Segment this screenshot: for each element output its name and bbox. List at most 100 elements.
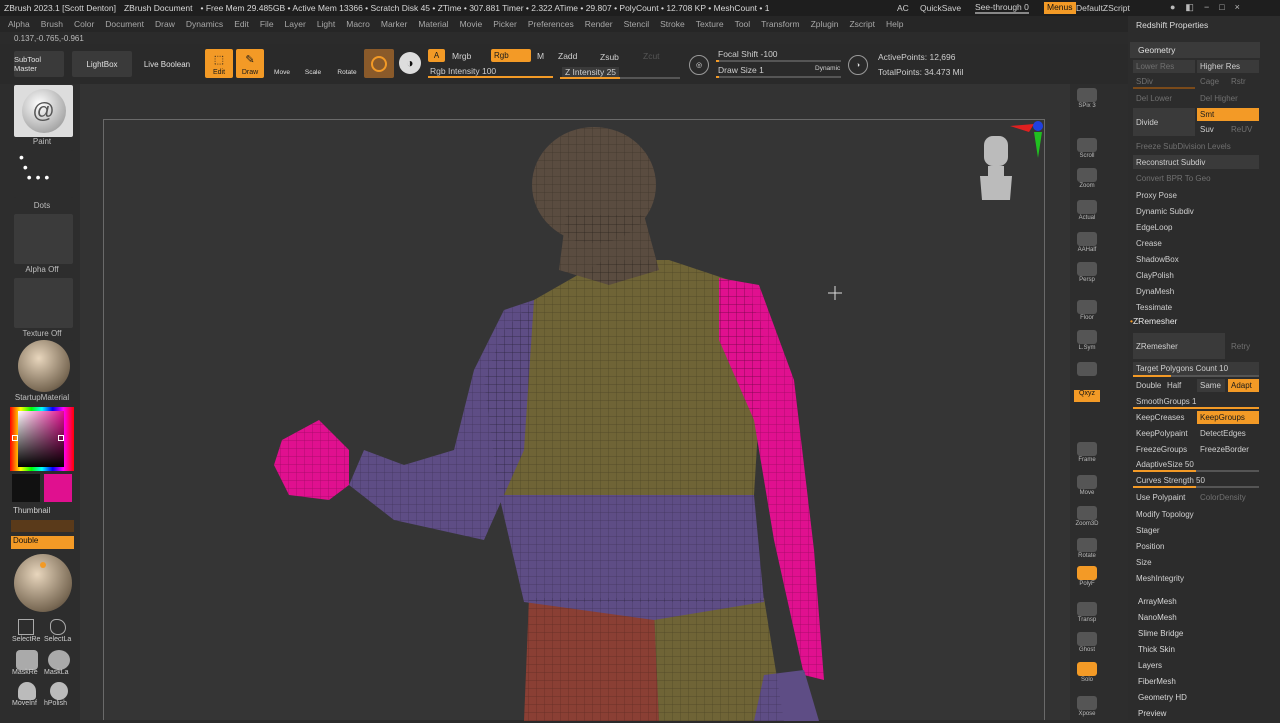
zremesher-button[interactable]: ZRemesher (1133, 333, 1225, 359)
select-rect-icon[interactable] (18, 619, 34, 635)
zremesher-header[interactable]: •ZRemesher (1130, 316, 1177, 326)
default-zscript[interactable]: DefaultZScript (1076, 3, 1130, 13)
see-through-slider[interactable]: See-through 0 (975, 2, 1029, 14)
menu-picker[interactable]: Picker (493, 19, 517, 29)
live-boolean-button[interactable]: Live Boolean (138, 51, 196, 77)
lower-res-button[interactable]: Lower Res (1133, 60, 1195, 73)
draw-size-track[interactable] (716, 76, 841, 78)
preview-subpalette[interactable]: Preview (1138, 709, 1166, 718)
zcut-button[interactable]: Zcut (643, 51, 660, 61)
subtool-indicator[interactable] (11, 520, 74, 532)
proxy-pose-subpalette[interactable]: Proxy Pose (1133, 188, 1259, 202)
shelf-aahalf-button[interactable]: AAHalf (1074, 232, 1100, 258)
position-subpalette[interactable]: Position (1133, 539, 1259, 553)
mask-lasso-icon[interactable] (48, 650, 70, 670)
dots-stroke-thumb[interactable]: • • • • • (14, 150, 73, 198)
modify-topology-subpalette[interactable]: Modify Topology (1133, 507, 1259, 521)
ac-button[interactable]: AC (897, 3, 909, 13)
subtool-thumbnail[interactable] (14, 554, 72, 612)
double-button[interactable]: Double (11, 536, 74, 549)
slime-bridge-subpalette[interactable]: Slime Bridge (1138, 629, 1183, 638)
keepgroups-toggle[interactable]: KeepGroups (1197, 411, 1259, 424)
shelf-xpose-button[interactable]: Xpose (1074, 696, 1100, 722)
color-marker[interactable] (58, 435, 64, 441)
a-button[interactable]: A (428, 49, 445, 62)
dynamic-subdiv-subpalette[interactable]: Dynamic Subdiv (1133, 204, 1259, 218)
z-intensity-track[interactable] (560, 77, 680, 79)
menu-zscript[interactable]: Zscript (849, 19, 875, 29)
menu-alpha[interactable]: Alpha (8, 19, 30, 29)
menu-movie[interactable]: Movie (460, 19, 483, 29)
rotate-button[interactable]: Rotate (334, 52, 360, 76)
menu-document[interactable]: Document (105, 19, 144, 29)
texture-thumb[interactable] (14, 278, 73, 328)
mrgb-button[interactable]: Mrgb (452, 51, 471, 61)
menu-preferences[interactable]: Preferences (528, 19, 574, 29)
adaptivesize-track[interactable] (1133, 470, 1259, 472)
target-polygons-track[interactable] (1133, 375, 1259, 377)
model-canvas-svg[interactable] (104, 120, 1046, 721)
del-lower-button[interactable]: Del Lower (1133, 92, 1195, 105)
shelf-transp-button[interactable]: Transp (1074, 602, 1100, 628)
menu-color[interactable]: Color (74, 19, 94, 29)
sdiv-track[interactable] (1133, 87, 1195, 89)
geometry-hd-subpalette[interactable]: Geometry HD (1138, 693, 1187, 702)
menu-stencil[interactable]: Stencil (624, 19, 650, 29)
zadd-button[interactable]: Zadd (558, 51, 577, 61)
shelf-frame-button[interactable]: Frame (1074, 442, 1100, 468)
dynamic-size-icon[interactable]: ◑ (848, 55, 868, 75)
edgeloop-subpalette[interactable]: EdgeLoop (1133, 220, 1259, 234)
stager-subpalette[interactable]: Stager (1133, 523, 1259, 537)
subtool-master-button[interactable]: SubTool Master (14, 51, 64, 77)
edit-button[interactable]: ⬚ Edit (205, 49, 233, 78)
menu-edit[interactable]: Edit (234, 19, 249, 29)
menu-material[interactable]: Material (418, 19, 448, 29)
smoothgroups-track[interactable] (1133, 407, 1259, 409)
redshift-properties-header[interactable]: Redshift Properties (1128, 20, 1280, 36)
color-picker[interactable] (10, 407, 74, 471)
focal-shift-slider[interactable]: Focal Shift -100 (718, 49, 778, 59)
brush-ring-icon[interactable] (364, 49, 394, 78)
menu-file[interactable]: File (260, 19, 274, 29)
adapt-toggle[interactable]: Adapt (1228, 379, 1259, 392)
rstr-button[interactable]: Rstr (1228, 75, 1259, 88)
reuv-toggle[interactable]: ReUV (1228, 123, 1259, 136)
arraymesh-subpalette[interactable]: ArrayMesh (1138, 597, 1177, 606)
shelf-solo-button[interactable]: Solo (1074, 662, 1100, 688)
menus-button[interactable]: Menus (1044, 2, 1076, 14)
draw-button[interactable]: ✎ Draw (236, 49, 264, 78)
focal-target-icon[interactable]: ◎ (689, 55, 709, 75)
smt-toggle[interactable]: Smt (1197, 108, 1259, 121)
rgb-intensity-slider[interactable]: Rgb Intensity 100 (430, 66, 496, 76)
material-thumb[interactable] (14, 340, 73, 392)
tessimate-subpalette[interactable]: Tessimate (1133, 300, 1259, 314)
shelf-actual-button[interactable]: Actual (1074, 200, 1100, 226)
menu-texture[interactable]: Texture (696, 19, 724, 29)
shelf-rotate-button[interactable]: Rotate (1074, 538, 1100, 564)
secondary-color-swatch[interactable] (12, 474, 40, 502)
menu-marker[interactable]: Marker (381, 19, 407, 29)
keeppolypaint-toggle[interactable]: KeepPolypaint (1133, 427, 1195, 440)
main-color-swatch[interactable] (44, 474, 72, 502)
menu-tool[interactable]: Tool (735, 19, 751, 29)
shelf-spix-3-button[interactable]: SPix 3 (1074, 88, 1100, 114)
draw-size-slider[interactable]: Draw Size 1 (718, 65, 764, 75)
suv-toggle[interactable]: Suv (1197, 123, 1225, 136)
shelf-scroll-button[interactable]: Scroll (1074, 138, 1100, 164)
cage-button[interactable]: Cage (1197, 75, 1225, 88)
convert-bpr-button[interactable]: Convert BPR To Geo (1133, 171, 1259, 185)
window-controls[interactable]: ●◧−□× (1170, 2, 1250, 13)
move-button[interactable]: Move (270, 52, 294, 76)
menu-draw[interactable]: Draw (155, 19, 175, 29)
half-toggle[interactable]: Half (1164, 379, 1194, 392)
target-polygons-slider[interactable]: Target Polygons Count 10 (1133, 362, 1259, 375)
del-higher-button[interactable]: Del Higher (1197, 92, 1259, 105)
select-lasso-icon[interactable] (50, 619, 66, 635)
xyz-symmetry-button[interactable]: Qxyz (1074, 390, 1100, 402)
swirl-icon[interactable]: ◑ (399, 52, 421, 74)
rgb-intensity-track[interactable] (428, 76, 553, 78)
detectedges-toggle[interactable]: DetectEdges (1197, 427, 1259, 440)
layers-subpalette[interactable]: Layers (1138, 661, 1162, 670)
menu-stroke[interactable]: Stroke (660, 19, 685, 29)
hpolish-icon[interactable] (50, 682, 68, 700)
